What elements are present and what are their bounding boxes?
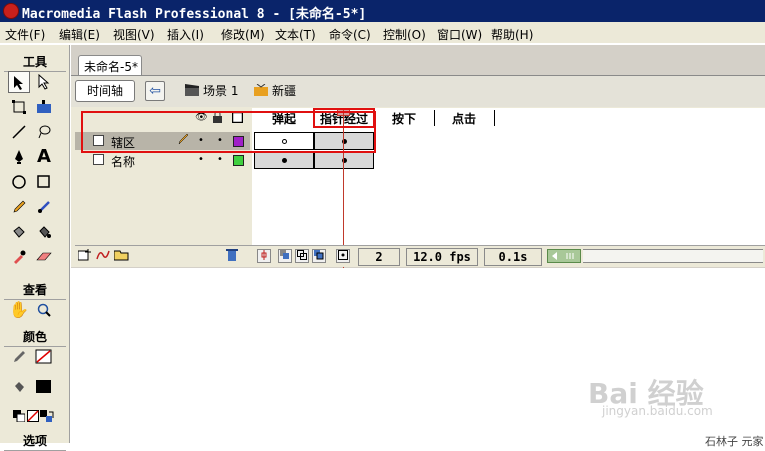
frame-header-down: 按下 xyxy=(374,110,435,126)
visibility-dot[interactable]: • xyxy=(198,154,204,165)
layer-row-name[interactable]: 名称 • • xyxy=(75,151,250,169)
window-title: Macromedia Flash Professional 8 - [未命名-5… xyxy=(22,7,367,22)
layer-name: 名称 xyxy=(111,155,136,169)
timeline-toggle-button[interactable]: 时间轴 xyxy=(75,80,135,102)
eraser-tool-icon[interactable] xyxy=(33,246,55,268)
text-tool-icon[interactable]: A xyxy=(33,146,55,168)
zoom-tool-icon[interactable] xyxy=(33,299,55,321)
add-layer-icon[interactable] xyxy=(77,249,92,264)
onion-outlines-icon[interactable] xyxy=(295,249,309,263)
keyframe-dot xyxy=(282,158,287,163)
insert-folder-icon[interactable] xyxy=(113,249,130,264)
free-transform-tool-icon[interactable] xyxy=(8,96,30,118)
horizontal-scrollbar-thumb[interactable] xyxy=(547,249,581,263)
menu-edit[interactable]: 编辑(E) xyxy=(59,26,100,43)
frame-rate-value: 12.0 fps xyxy=(406,248,478,266)
eyedropper-tool-icon[interactable] xyxy=(8,246,30,268)
stroke-swatch[interactable] xyxy=(33,346,55,368)
breadcrumb-symbol[interactable]: 新疆 xyxy=(254,82,296,99)
button-symbol-icon xyxy=(254,84,268,96)
hand-tool-icon[interactable]: ✋ xyxy=(8,299,30,321)
line-tool-icon[interactable] xyxy=(8,121,30,143)
stroke-color-icon[interactable] xyxy=(8,346,30,368)
view-section-title: 查看 xyxy=(0,281,70,300)
keyframe-over-name[interactable] xyxy=(314,151,374,169)
symbol-label: 新疆 xyxy=(272,84,297,98)
corner-caption: 石林子 元家 xyxy=(705,435,764,448)
horizontal-scrollbar-track[interactable] xyxy=(583,249,763,263)
selection-tool-icon[interactable] xyxy=(8,71,30,93)
swap-colors-icon[interactable] xyxy=(36,405,58,427)
scene-clapper-icon xyxy=(185,84,199,96)
edit-multiple-frames-icon[interactable] xyxy=(312,249,326,263)
options-section-title: 选项 xyxy=(0,432,70,451)
menu-insert[interactable]: 插入(I) xyxy=(167,26,204,43)
subselection-tool-icon[interactable] xyxy=(33,71,55,93)
keyframe-up-name[interactable] xyxy=(254,151,314,169)
ink-bottle-tool-icon[interactable] xyxy=(8,221,30,243)
fill-swatch[interactable] xyxy=(33,376,55,398)
frame-header-hit: 点击 xyxy=(434,110,495,126)
elapsed-time-value: 0.1s xyxy=(484,248,542,266)
back-arrow-icon[interactable]: ⇦ xyxy=(145,81,165,101)
pencil-tool-icon[interactable] xyxy=(8,196,30,218)
modify-onion-markers-icon[interactable] xyxy=(336,249,350,263)
fill-color-icon[interactable] xyxy=(8,376,30,398)
flash-app-icon xyxy=(3,3,19,19)
annotation-highlight-header xyxy=(313,108,375,128)
edit-bar xyxy=(71,75,765,107)
lock-dot[interactable]: • xyxy=(217,154,223,165)
menu-text[interactable]: 文本(T) xyxy=(275,26,316,43)
onion-skin-icon[interactable] xyxy=(278,249,292,263)
menu-bar: 文件(F) 编辑(E) 视图(V) 插入(I) 修改(M) 文本(T) 命令(C… xyxy=(0,22,765,44)
pen-tool-icon[interactable] xyxy=(8,146,30,168)
breadcrumb-scene[interactable]: 场景 1 xyxy=(185,82,238,99)
menu-window[interactable]: 窗口(W) xyxy=(437,26,482,43)
lasso-tool-icon[interactable] xyxy=(33,121,55,143)
menu-control[interactable]: 控制(O) xyxy=(383,26,426,43)
document-tab[interactable]: 未命名-5* xyxy=(78,55,142,75)
oval-tool-icon[interactable] xyxy=(8,171,30,193)
colors-section-title: 颜色 xyxy=(0,328,70,347)
tools-section-title: 工具 xyxy=(0,53,70,72)
fill-transform-tool-icon[interactable] xyxy=(33,96,55,118)
paint-bucket-tool-icon[interactable] xyxy=(33,221,55,243)
layer-icon xyxy=(93,154,104,165)
menu-modify[interactable]: 修改(M) xyxy=(221,26,265,43)
layer-color-swatch[interactable] xyxy=(233,155,244,166)
delete-layer-icon[interactable] xyxy=(226,248,238,265)
brush-tool-icon[interactable] xyxy=(33,196,55,218)
menu-commands[interactable]: 命令(C) xyxy=(329,26,371,43)
tools-panel: 工具 A 查看 ✋ 颜色 选项 xyxy=(0,45,70,451)
menu-help[interactable]: 帮助(H) xyxy=(491,26,533,43)
watermark-url: jingyan.baidu.com xyxy=(602,404,713,418)
menu-view[interactable]: 视图(V) xyxy=(113,26,155,43)
menu-file[interactable]: 文件(F) xyxy=(5,26,45,43)
center-frame-icon[interactable] xyxy=(257,249,271,263)
rectangle-tool-icon[interactable] xyxy=(33,171,55,193)
title-bar: Macromedia Flash Professional 8 - [未命名-5… xyxy=(0,0,765,22)
add-motion-guide-icon[interactable] xyxy=(96,249,110,264)
current-frame-value: 2 xyxy=(358,248,400,266)
scene-label: 场景 1 xyxy=(203,84,239,98)
